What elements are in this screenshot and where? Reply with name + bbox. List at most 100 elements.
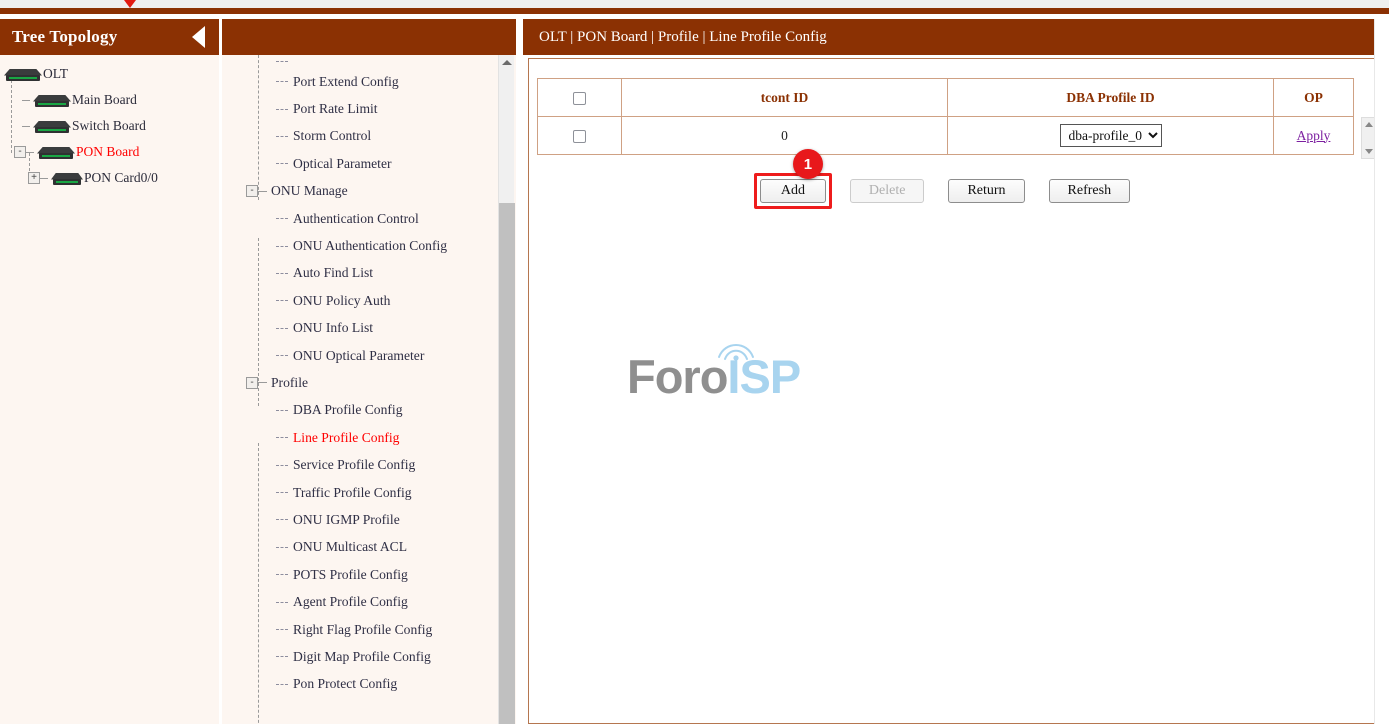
- menu-item-label: Right Flag Profile Config: [293, 622, 432, 638]
- menu-dash: [276, 519, 288, 520]
- menu-dash: [276, 410, 288, 411]
- tree-node-pon-card[interactable]: + PON Card0/0: [0, 165, 219, 191]
- scroll-down-arrow-icon[interactable]: [1365, 149, 1373, 154]
- row-select-checkbox[interactable]: [573, 130, 586, 143]
- menu-item-onu-authentication-config[interactable]: ONU Authentication Config: [240, 232, 528, 259]
- select-all-checkbox[interactable]: [573, 92, 586, 105]
- collapse-expander-icon[interactable]: -: [246, 377, 258, 389]
- menu-item-label: ONU Optical Parameter: [293, 348, 424, 364]
- menu-item-label: Digit Map Profile Config: [293, 649, 431, 665]
- device-chassis-icon: [33, 120, 71, 133]
- menu-dash: [258, 382, 267, 383]
- menu-dash: [276, 218, 288, 219]
- table-header-op: OP: [1274, 79, 1354, 117]
- menu-item-port-rate-limit[interactable]: Port Rate Limit: [240, 95, 528, 122]
- browser-top-strip: [0, 0, 1389, 8]
- tree-node-main-board[interactable]: Main Board: [0, 87, 219, 113]
- menu-item-label: POTS Profile Config: [293, 567, 408, 583]
- scroll-up-arrow-icon[interactable]: [502, 60, 512, 65]
- menu-dash: [276, 355, 288, 356]
- tree-node-label: PON Card0/0: [84, 170, 158, 186]
- breadcrumb: OLT | PON Board | Profile | Line Profile…: [523, 19, 1389, 55]
- device-chassis-icon: [4, 68, 42, 81]
- tree-topology-header: Tree Topology: [0, 19, 219, 55]
- menu-item-right-flag-profile-config[interactable]: Right Flag Profile Config: [240, 616, 528, 643]
- refresh-button[interactable]: Refresh: [1049, 179, 1131, 203]
- apply-link[interactable]: Apply: [1297, 128, 1331, 143]
- scrollbar-thumb[interactable]: [499, 203, 515, 724]
- navigation-menu-scroll-view[interactable]: Port Extend Config Port Rate Limit Storm…: [222, 55, 528, 724]
- menu-item-onu-igmp-profile[interactable]: ONU IGMP Profile: [240, 506, 528, 533]
- add-button[interactable]: Add: [760, 179, 826, 203]
- row-select-cell: [538, 117, 622, 155]
- menu-item-digit-map-profile-config[interactable]: Digit Map Profile Config: [240, 643, 528, 670]
- menu-dash: [276, 684, 288, 685]
- delete-button[interactable]: Delete: [850, 179, 925, 203]
- collapse-expander-icon[interactable]: -: [246, 185, 258, 197]
- menu-group-profile[interactable]: - Profile: [240, 369, 528, 396]
- menu-dash: [276, 328, 288, 329]
- menu-item-storm-control[interactable]: Storm Control: [240, 123, 528, 150]
- menu-item-port-extend-config[interactable]: Port Extend Config: [240, 68, 528, 95]
- table-header-select: [538, 79, 622, 117]
- menu-dash: [276, 109, 288, 110]
- menu-item-label: Port Extend Config: [293, 74, 399, 90]
- breadcrumb-text: OLT | PON Board | Profile | Line Profile…: [539, 29, 827, 46]
- application-window: Tree Topology OLT Main Board: [0, 0, 1389, 724]
- menu-item-pots-profile-config[interactable]: POTS Profile Config: [240, 561, 528, 588]
- menu-dash: [276, 81, 288, 82]
- menu-item-partial[interactable]: [240, 55, 528, 68]
- collapse-left-triangle-icon[interactable]: [192, 26, 205, 48]
- table-header-dba-profile-id: DBA Profile ID: [948, 79, 1274, 117]
- tree-topology-panel: Tree Topology OLT Main Board: [0, 19, 219, 724]
- menu-item-pon-protect-config[interactable]: Pon Protect Config: [240, 671, 528, 698]
- menu-dash: [276, 465, 288, 466]
- tree-node-pon-board[interactable]: - PON Board: [0, 139, 219, 165]
- device-chassis-icon: [51, 172, 83, 185]
- scroll-up-arrow-icon[interactable]: [1365, 122, 1373, 127]
- menu-dash: [276, 300, 288, 301]
- menu-dash: [276, 437, 288, 438]
- menu-item-auto-find-list[interactable]: Auto Find List: [240, 260, 528, 287]
- menu-item-label: Pon Protect Config: [293, 676, 397, 692]
- collapse-expander-icon[interactable]: -: [14, 146, 26, 158]
- menu-dash: [276, 61, 288, 62]
- menu-item-traffic-profile-config[interactable]: Traffic Profile Config: [240, 479, 528, 506]
- menu-item-label: ONU Authentication Config: [293, 238, 447, 254]
- tree-node-label: OLT: [43, 66, 68, 82]
- menu-item-dba-profile-config[interactable]: DBA Profile Config: [240, 397, 528, 424]
- tree-topology-body: OLT Main Board Switch Board -: [0, 55, 219, 724]
- menu-dash: [276, 136, 288, 137]
- menu-item-label: Storm Control: [293, 128, 371, 144]
- return-button[interactable]: Return: [948, 179, 1024, 203]
- menu-item-optical-parameter[interactable]: Optical Parameter: [240, 150, 528, 177]
- menu-item-agent-profile-config[interactable]: Agent Profile Config: [240, 588, 528, 615]
- dba-profile-select[interactable]: dba-profile_0: [1060, 124, 1162, 147]
- tree-node-olt[interactable]: OLT: [0, 61, 219, 87]
- menu-item-label: Auto Find List: [293, 265, 373, 281]
- tree-node-switch-board[interactable]: Switch Board: [0, 113, 219, 139]
- menu-item-label: ONU Multicast ACL: [293, 539, 407, 555]
- tree-connector-dash: [26, 152, 34, 153]
- menu-item-label: Optical Parameter: [293, 156, 392, 172]
- menu-item-onu-policy-auth[interactable]: ONU Policy Auth: [240, 287, 528, 314]
- cell-dba-profile-id: dba-profile_0: [948, 117, 1274, 155]
- page-scroll-gutter[interactable]: [1374, 19, 1389, 724]
- menu-item-onu-optical-parameter[interactable]: ONU Optical Parameter: [240, 342, 528, 369]
- menu-group-onu-manage[interactable]: - ONU Manage: [240, 178, 528, 205]
- menu-dash: [276, 246, 288, 247]
- menu-item-label: Port Rate Limit: [293, 101, 378, 117]
- step-badge: 1: [793, 149, 823, 179]
- table-header-tcont-id: tcont ID: [622, 79, 948, 117]
- navigation-menu-scrollbar[interactable]: [498, 55, 514, 724]
- menu-item-line-profile-config[interactable]: Line Profile Config: [240, 424, 528, 451]
- menu-item-service-profile-config[interactable]: Service Profile Config: [240, 451, 528, 478]
- menu-item-onu-info-list[interactable]: ONU Info List: [240, 315, 528, 342]
- tree-node-label: Switch Board: [72, 118, 146, 134]
- tree-node-label: Main Board: [72, 92, 137, 108]
- menu-item-onu-multicast-acl[interactable]: ONU Multicast ACL: [240, 534, 528, 561]
- expand-expander-icon[interactable]: +: [28, 172, 40, 184]
- cell-tcont-id: 0: [622, 117, 948, 155]
- menu-dash: [276, 163, 288, 164]
- menu-item-authentication-control[interactable]: Authentication Control: [240, 205, 528, 232]
